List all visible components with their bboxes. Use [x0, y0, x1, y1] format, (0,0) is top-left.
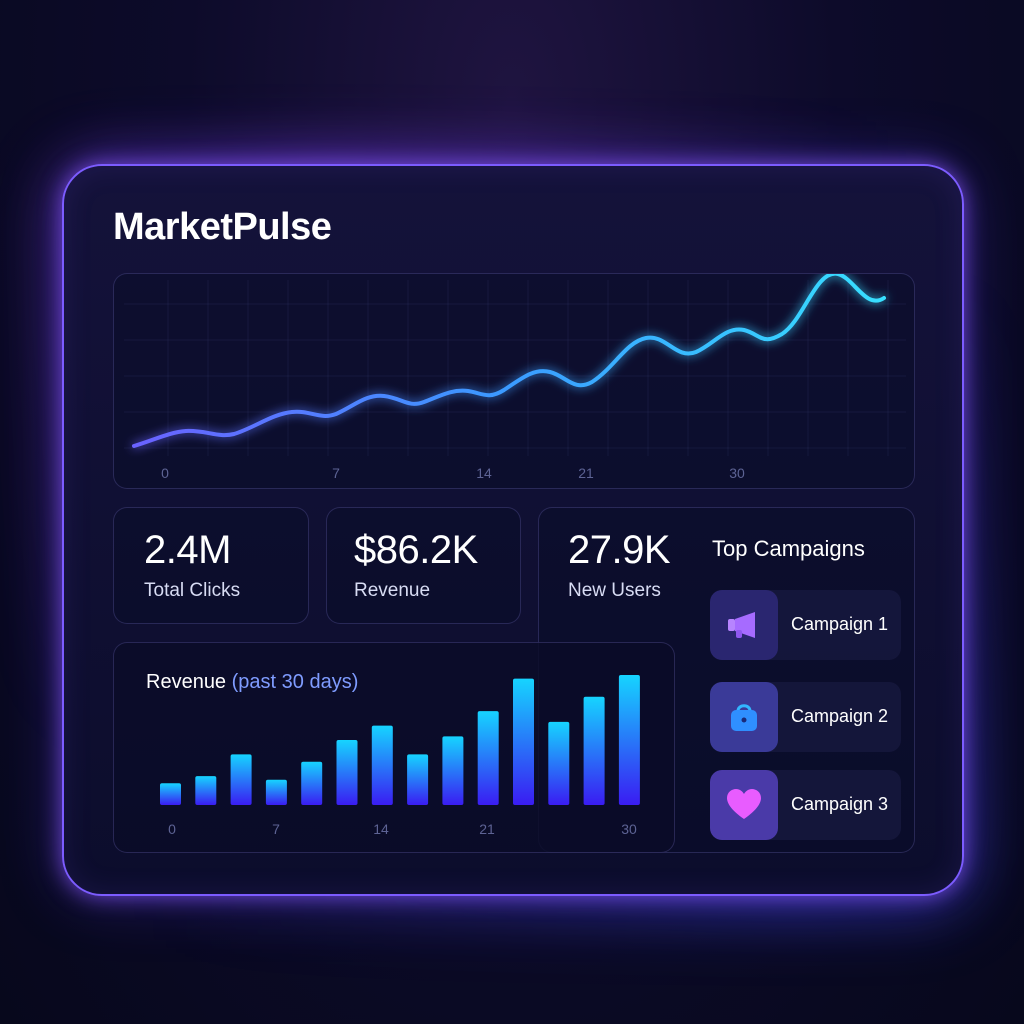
stat-label: Revenue: [354, 580, 431, 601]
revenue-bar: [407, 754, 429, 805]
campaign-item-2[interactable]: Campaign 2: [710, 682, 901, 752]
revenue-bar: [583, 696, 605, 805]
traffic-line-chart: 0 7 14 21 30: [124, 274, 906, 481]
megaphone-icon: [710, 590, 778, 660]
traffic-line-chart-card: 0 7 14 21 30: [113, 273, 915, 489]
revenue-bar: [513, 678, 534, 805]
revenue-bar: [548, 721, 570, 805]
x-tick-label: 14: [373, 821, 389, 837]
revenue-bars: [160, 675, 640, 805]
x-tick-label: 21: [578, 465, 594, 481]
x-tick-label: 30: [621, 821, 637, 837]
revenue-bar: [336, 740, 358, 805]
campaign-item-3[interactable]: Campaign 3: [710, 770, 901, 840]
x-tick-label: 30: [729, 465, 745, 481]
campaign-label: Campaign 2: [791, 706, 889, 726]
traffic-line: [132, 274, 886, 448]
revenue-bar: [265, 779, 287, 805]
revenue-bar: [442, 736, 464, 805]
revenue-x-ticks: 0 7 14 21 30: [168, 821, 637, 837]
revenue-bar: [371, 725, 393, 805]
x-tick-label: 21: [479, 821, 495, 837]
campaign-label: Campaign 3: [791, 794, 889, 814]
x-tick-label: 7: [332, 465, 340, 481]
stat-label: New Users: [568, 580, 661, 601]
revenue-bar: [301, 761, 323, 805]
line-chart-x-ticks: 0 7 14 21 30: [161, 465, 745, 481]
stat-label: Total Clicks: [144, 580, 241, 601]
stat-card-total-clicks: 2.4M Total Clicks: [113, 507, 309, 624]
stat-value: $86.2K: [354, 528, 478, 572]
shopping-bag-icon: [710, 682, 778, 752]
revenue-bar: [160, 783, 181, 805]
heart-icon: [710, 770, 778, 840]
stat-value: 2.4M: [144, 528, 231, 572]
revenue-bar-chart-card: Revenue (past 30 days) 0 7 14 21 30: [113, 642, 675, 853]
stat-card-revenue: $86.2K Revenue: [326, 507, 521, 624]
top-campaigns-title: Top Campaigns: [712, 536, 865, 561]
campaign-item-1[interactable]: Campaign 1: [710, 590, 901, 660]
x-tick-label: 0: [161, 465, 169, 481]
campaign-label: Campaign 1: [791, 614, 889, 634]
revenue-bar: [477, 711, 499, 805]
x-tick-label: 7: [272, 821, 280, 837]
x-tick-label: 0: [168, 821, 176, 837]
revenue-bar: [618, 675, 640, 805]
stat-value: 27.9K: [568, 528, 671, 572]
x-tick-label: 14: [476, 465, 492, 481]
app-title: MarketPulse: [113, 206, 332, 248]
revenue-bar: [230, 754, 252, 805]
revenue-bar: [195, 776, 217, 805]
revenue-bar-chart: 0 7 14 21 30: [160, 675, 640, 837]
